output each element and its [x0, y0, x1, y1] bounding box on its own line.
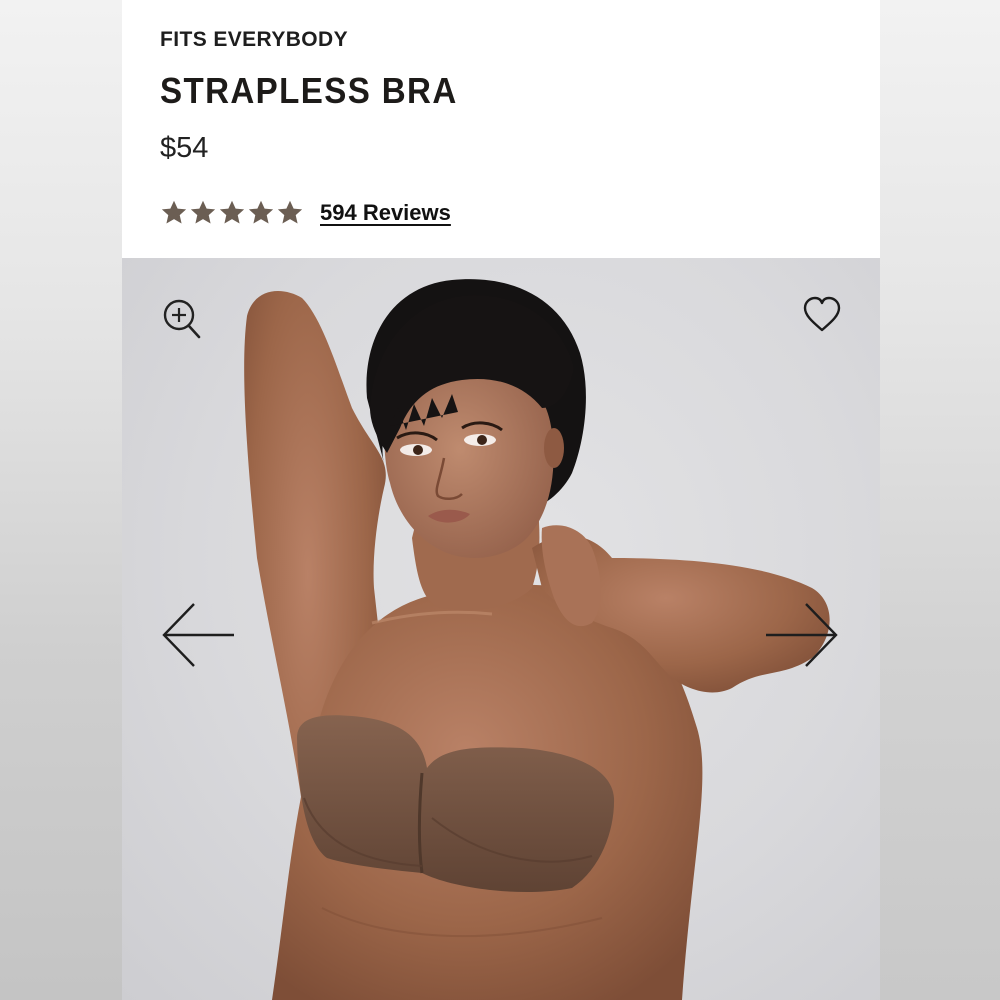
rating-row: 594 Reviews [160, 197, 451, 229]
star-rating [160, 199, 304, 227]
product-price: $54 [160, 132, 209, 164]
arrow-left-icon[interactable] [160, 602, 236, 668]
star-icon [277, 200, 303, 224]
star-icon [161, 200, 187, 224]
product-title: STRAPLESS BRA [160, 70, 458, 111]
collection-label: FITS EVERYBODY [160, 28, 349, 51]
product-card: FITS EVERYBODY STRAPLESS BRA $54 594 Rev… [122, 0, 880, 1000]
reviews-link[interactable]: 594 Reviews [320, 200, 451, 226]
product-image-gallery[interactable] [122, 258, 880, 1000]
star-icon [219, 200, 245, 224]
product-info: FITS EVERYBODY STRAPLESS BRA $54 594 Rev… [122, 0, 880, 258]
star-icon [248, 200, 274, 224]
zoom-in-icon[interactable] [162, 298, 202, 340]
right-backdrop [880, 0, 1000, 1000]
arrow-right-icon[interactable] [764, 602, 840, 668]
star-icon [190, 200, 216, 224]
heart-icon[interactable] [802, 296, 842, 334]
left-backdrop [0, 0, 122, 1000]
